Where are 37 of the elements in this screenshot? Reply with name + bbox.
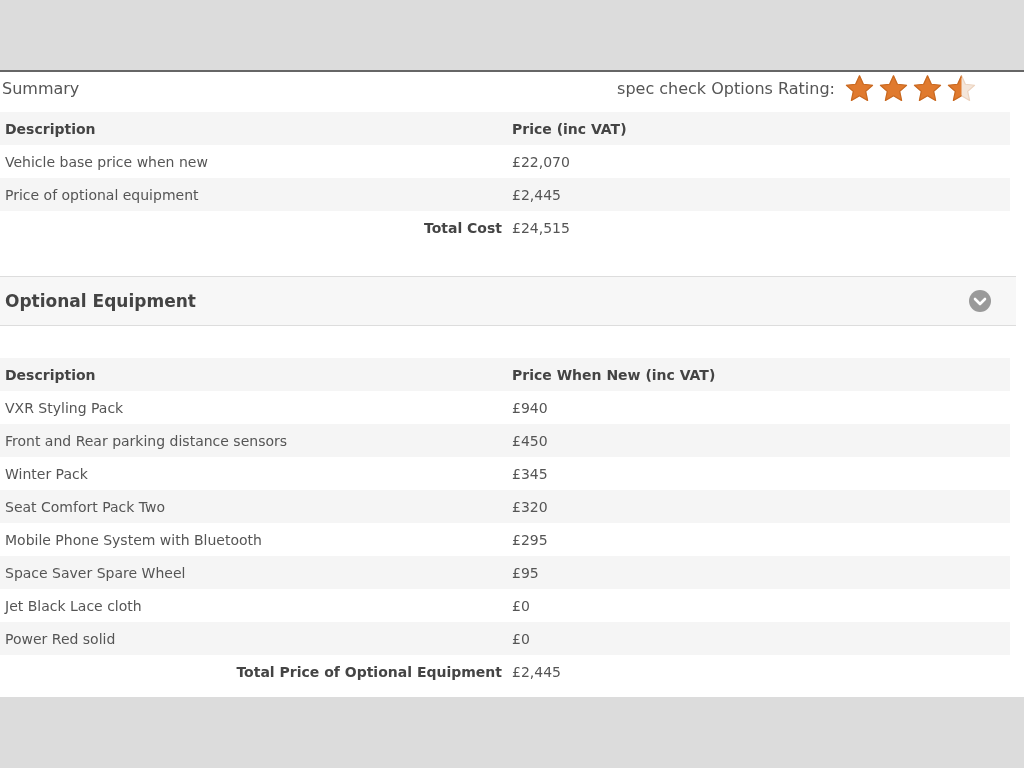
table-cell: Front and Rear parking distance sensors (0, 424, 507, 457)
accordion-header[interactable]: Optional Equipment (0, 276, 1016, 326)
star-icon (913, 73, 942, 103)
table-cell: £95 (507, 556, 1010, 589)
column-header: Description (0, 358, 507, 391)
table-cell: £320 (507, 490, 1010, 523)
chevron-icon[interactable] (968, 289, 992, 313)
section-title: Optional Equipment (5, 291, 196, 311)
table-cell: Jet Black Lace cloth (0, 589, 507, 622)
table-cell: £450 (507, 424, 1010, 457)
table-cell: Space Saver Spare Wheel (0, 556, 507, 589)
table-cell: VXR Styling Pack (0, 391, 507, 424)
summary-title: Summary (2, 78, 80, 98)
table-cell: £940 (507, 391, 1010, 424)
table-cell: £22,070 (507, 145, 1010, 178)
column-header: Description (0, 112, 507, 145)
column-header: Price (inc VAT) (507, 112, 1010, 145)
total-value: £24,515 (507, 211, 1010, 244)
table-cell: Winter Pack (0, 457, 507, 490)
table-cell: £345 (507, 457, 1010, 490)
table-cell: Seat Comfort Pack Two (0, 490, 507, 523)
table-cell: Price of optional equipment (0, 178, 507, 211)
table-cell: Vehicle base price when new (0, 145, 507, 178)
total-label: Total Cost (0, 211, 507, 244)
table-cell: £0 (507, 622, 1010, 655)
table-cell: Power Red solid (0, 622, 507, 655)
rating-label: spec check Options Rating: (617, 78, 835, 98)
table-cell: £2,445 (507, 178, 1010, 211)
total-label: Total Price of Optional Equipment (0, 655, 507, 688)
table-cell: Mobile Phone System with Bluetooth (0, 523, 507, 556)
total-value: £2,445 (507, 655, 1010, 688)
star-icon (947, 73, 976, 103)
table-cell: £0 (507, 589, 1010, 622)
star-icon (879, 73, 908, 103)
table-cell: £295 (507, 523, 1010, 556)
column-header: Price When New (inc VAT) (507, 358, 1010, 391)
star-icon (845, 73, 874, 103)
